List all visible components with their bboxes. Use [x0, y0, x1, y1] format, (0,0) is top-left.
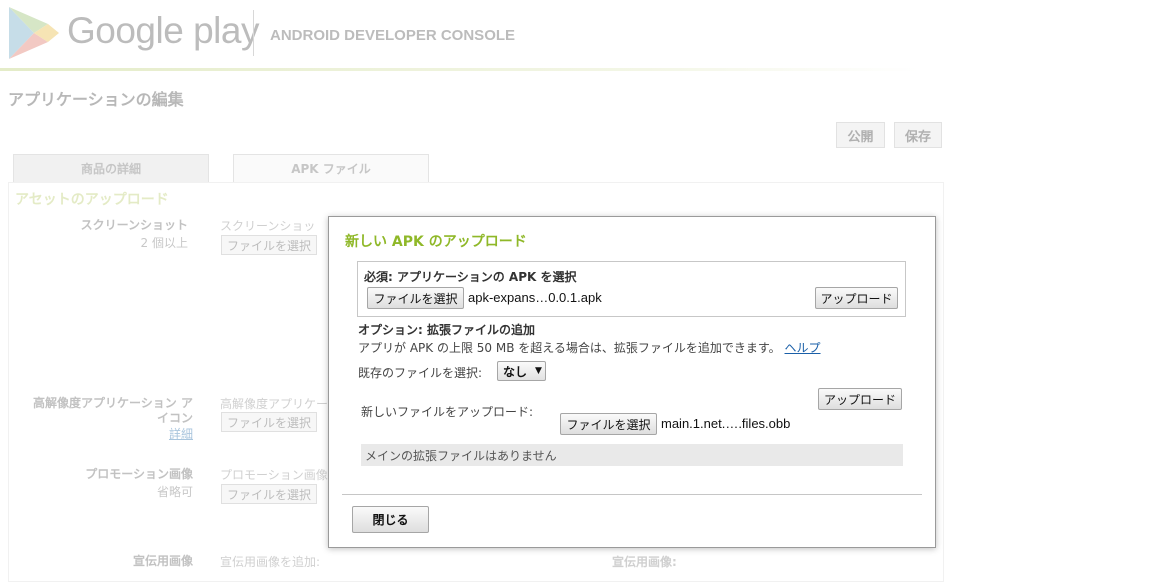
close-button[interactable]: 閉じる	[352, 506, 429, 533]
assets-section-title: アセットのアップロード	[15, 192, 169, 208]
page-title: アプリケーションの編集	[8, 90, 184, 109]
hires-icon-label-line2: イコン	[156, 411, 193, 425]
tab-apk-files[interactable]: APK ファイル	[233, 154, 429, 182]
apk-choose-file-button[interactable]: ファイルを選択	[367, 287, 464, 309]
promo-image-label: プロモーション画像	[85, 467, 193, 481]
brand-wordmark: Google play	[67, 10, 259, 51]
save-button[interactable]: 保存	[894, 122, 942, 148]
promo-image-hint: プロモーション画像	[220, 468, 328, 482]
header-divider	[253, 10, 254, 56]
optional-expansion-desc-line: アプリが APK の上限 50 MB を超える場合は、拡張ファイルを追加できます…	[358, 339, 821, 356]
screenshots-label: スクリーンショット	[80, 218, 188, 232]
feature-graphic-hint-right: 宣伝用画像:	[612, 555, 677, 569]
tab-product-details[interactable]: 商品の詳細	[13, 154, 209, 182]
expansion-upload-button[interactable]: アップロード	[818, 388, 902, 410]
console-title: ANDROID DEVELOPER CONSOLE	[270, 27, 516, 44]
header-rule	[0, 68, 920, 71]
hires-icon-label-line1: 高解像度アプリケーション ア	[33, 396, 193, 410]
google-play-logo-icon	[9, 7, 59, 59]
feature-graphic-label: 宣伝用画像	[132, 554, 193, 568]
new-file-label: 新しいファイルをアップロード:	[361, 405, 534, 419]
existing-file-label: 既存のファイルを選択:	[358, 366, 483, 380]
expansion-status-bar: メインの拡張ファイルはありません	[361, 444, 903, 466]
obb-choose-file-button[interactable]: ファイルを選択	[560, 413, 657, 435]
screenshots-sub: 2 個以上	[140, 236, 188, 250]
promo-image-file-button[interactable]: ファイルを選択	[221, 484, 317, 504]
hires-icon-details-link[interactable]: 詳細	[169, 427, 193, 441]
feature-graphic-hint: 宣伝用画像を追加:	[220, 555, 321, 569]
screenshots-file-button[interactable]: ファイルを選択	[221, 235, 317, 255]
promo-image-sub: 省略可	[156, 485, 193, 499]
existing-file-value: なし	[503, 364, 528, 379]
apk-filename: apk-expans…0.0.1.apk	[468, 290, 602, 305]
hires-icon-hint: 高解像度アプリケー	[220, 397, 329, 411]
screenshots-hint: スクリーンショッ	[220, 219, 316, 233]
dropdown-arrow-icon: ▼	[535, 366, 542, 376]
existing-file-select[interactable]: なし ▼	[497, 361, 546, 381]
hires-icon-file-button[interactable]: ファイルを選択	[221, 412, 317, 432]
expansion-status-text: メインの拡張ファイルはありません	[365, 448, 557, 463]
dialog-title: 新しい APK のアップロード	[345, 234, 527, 250]
dialog-divider	[342, 494, 922, 495]
apk-upload-button[interactable]: アップロード	[815, 287, 898, 309]
obb-filename: main.1.net.….files.obb	[661, 416, 791, 431]
required-apk-label: 必須: アプリケーションの APK を選択	[364, 270, 577, 284]
optional-expansion-label: オプション: 拡張ファイルの追加	[358, 323, 535, 337]
optional-expansion-desc: アプリが APK の上限 50 MB を超える場合は、拡張ファイルを追加できます…	[358, 341, 781, 355]
help-link[interactable]: ヘルプ	[785, 341, 821, 355]
publish-button[interactable]: 公開	[836, 122, 885, 148]
